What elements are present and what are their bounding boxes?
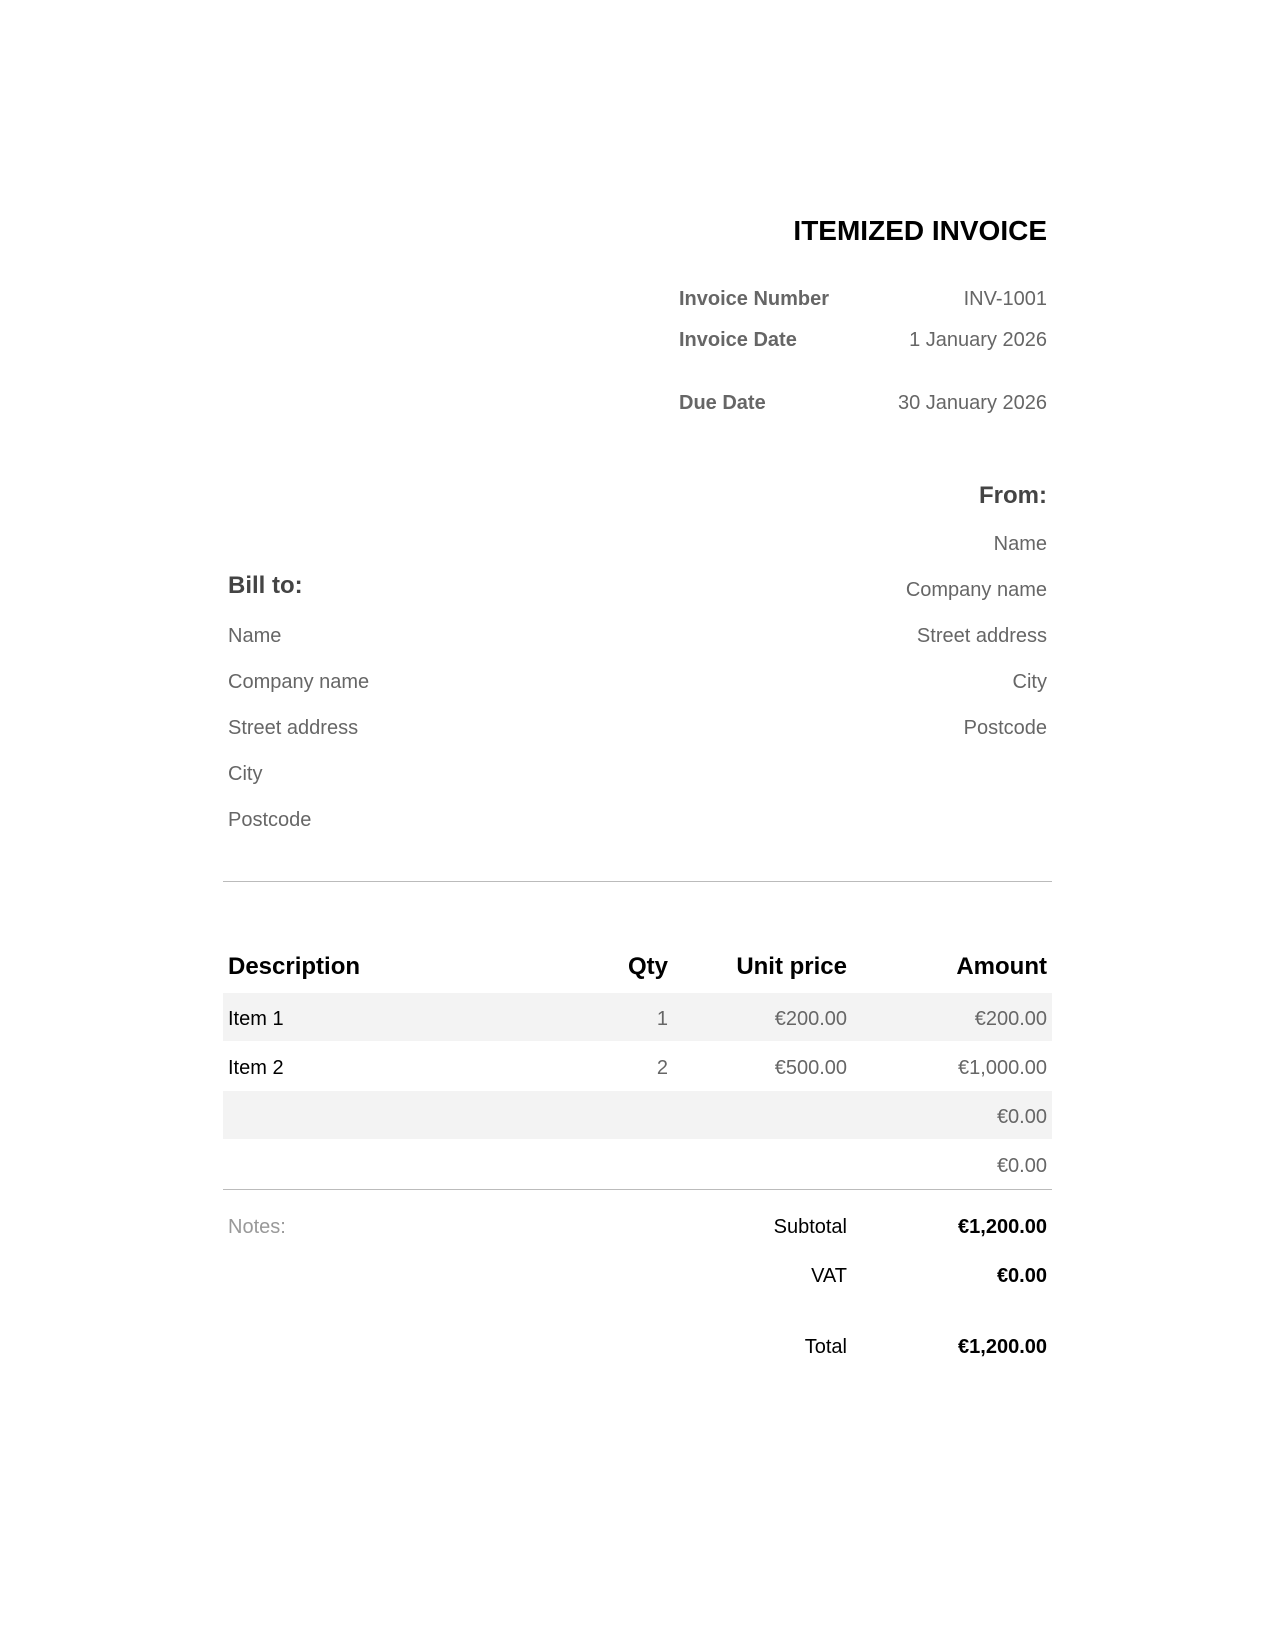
- column-header-unit-price: Unit price: [736, 953, 847, 980]
- row-amount: €0.00: [996, 1106, 1047, 1128]
- subtotal-label: Subtotal: [773, 1216, 847, 1238]
- from-company: Company name: [905, 579, 1047, 601]
- bill-to-name: Name: [228, 625, 282, 647]
- total-label: Total: [804, 1336, 847, 1358]
- from-street: Street address: [916, 625, 1047, 647]
- from-name: Name: [993, 533, 1047, 555]
- row-description: Item 1: [228, 1008, 284, 1030]
- vat-label: VAT: [811, 1265, 847, 1287]
- bill-to-postcode: Postcode: [228, 809, 312, 831]
- invoice-number-value: INV-1001: [963, 288, 1047, 310]
- table-row: €0.00: [223, 1140, 1052, 1188]
- from-heading: From:: [979, 482, 1047, 509]
- column-header-amount: Amount: [956, 953, 1047, 980]
- from-city: City: [1012, 671, 1047, 693]
- invoice-number-label: Invoice Number: [679, 288, 830, 310]
- subtotal-value: €1,200.00: [958, 1216, 1047, 1238]
- row-amount: €200.00: [974, 1008, 1047, 1030]
- invoice-date-row: Invoice Date 1 January 2026: [679, 329, 1047, 352]
- total-value: €1,200.00: [958, 1336, 1047, 1358]
- due-date-label: Due Date: [679, 392, 766, 414]
- invoice-date-value: 1 January 2026: [909, 329, 1047, 351]
- due-date-value: 30 January 2026: [897, 392, 1047, 414]
- section-divider: [223, 881, 1052, 882]
- row-unit-price: €500.00: [774, 1057, 847, 1079]
- row-amount: €0.00: [996, 1155, 1047, 1177]
- bill-to-heading: Bill to:: [228, 572, 303, 599]
- invoice-date-label: Invoice Date: [679, 329, 797, 351]
- column-header-qty: Qty: [627, 953, 668, 980]
- notes-label: Notes:: [228, 1216, 286, 1238]
- table-row: Item 2 2 €500.00 €1,000.00: [223, 1042, 1052, 1090]
- invoice-title: ITEMIZED INVOICE: [793, 215, 1047, 246]
- column-header-description: Description: [228, 953, 361, 980]
- row-qty: 1: [656, 1008, 668, 1030]
- due-date-row: Due Date 30 January 2026: [679, 392, 1047, 415]
- from-postcode: Postcode: [963, 717, 1047, 739]
- table-bottom-divider: [223, 1189, 1052, 1190]
- row-qty: 2: [656, 1057, 668, 1079]
- bill-to-city: City: [228, 763, 263, 785]
- table-row: Item 1 1 €200.00 €200.00: [223, 993, 1052, 1041]
- row-unit-price: €200.00: [774, 1008, 847, 1030]
- table-row: €0.00: [223, 1091, 1052, 1139]
- vat-value: €0.00: [996, 1265, 1047, 1287]
- row-description: Item 2: [228, 1057, 284, 1079]
- bill-to-street: Street address: [228, 717, 359, 739]
- invoice-page: ITEMIZED INVOICE Invoice Number INV-1001…: [223, 0, 1052, 1650]
- invoice-number-row: Invoice Number INV-1001: [679, 288, 1047, 311]
- row-amount: €1,000.00: [958, 1057, 1047, 1079]
- bill-to-company: Company name: [228, 671, 370, 693]
